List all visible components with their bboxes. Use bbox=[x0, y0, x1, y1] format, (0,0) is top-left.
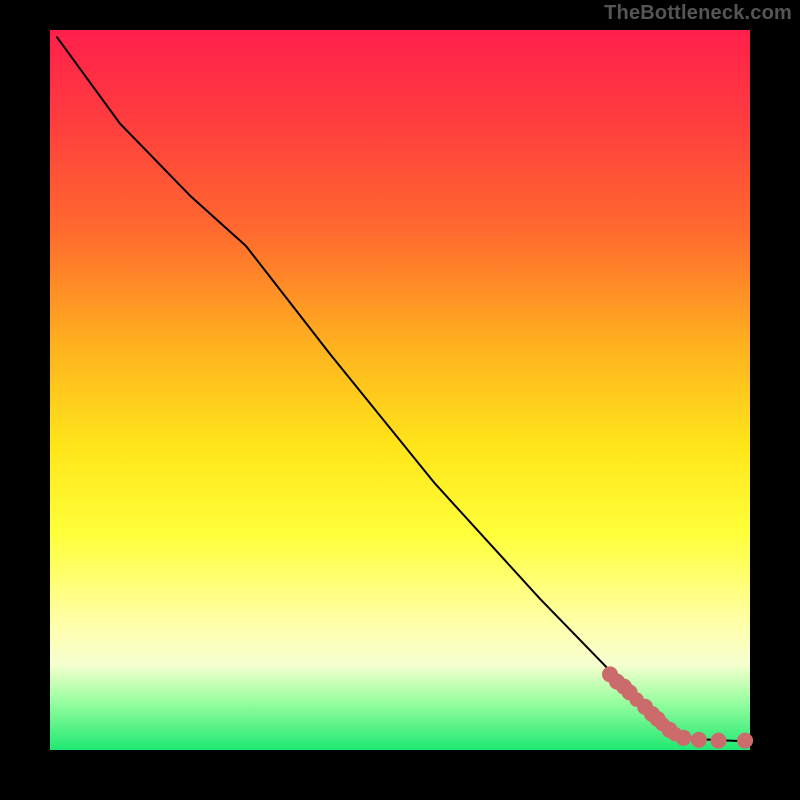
bottleneck-curve bbox=[57, 37, 750, 741]
data-point bbox=[691, 732, 707, 748]
data-point bbox=[676, 730, 692, 746]
chart-frame: TheBottleneck.com bbox=[0, 0, 800, 800]
data-points-group bbox=[602, 666, 753, 748]
plot-overlay-svg bbox=[50, 30, 750, 750]
attribution-watermark: TheBottleneck.com bbox=[604, 2, 792, 25]
data-point bbox=[737, 733, 753, 749]
plot-area bbox=[50, 30, 750, 750]
data-point bbox=[711, 733, 727, 749]
